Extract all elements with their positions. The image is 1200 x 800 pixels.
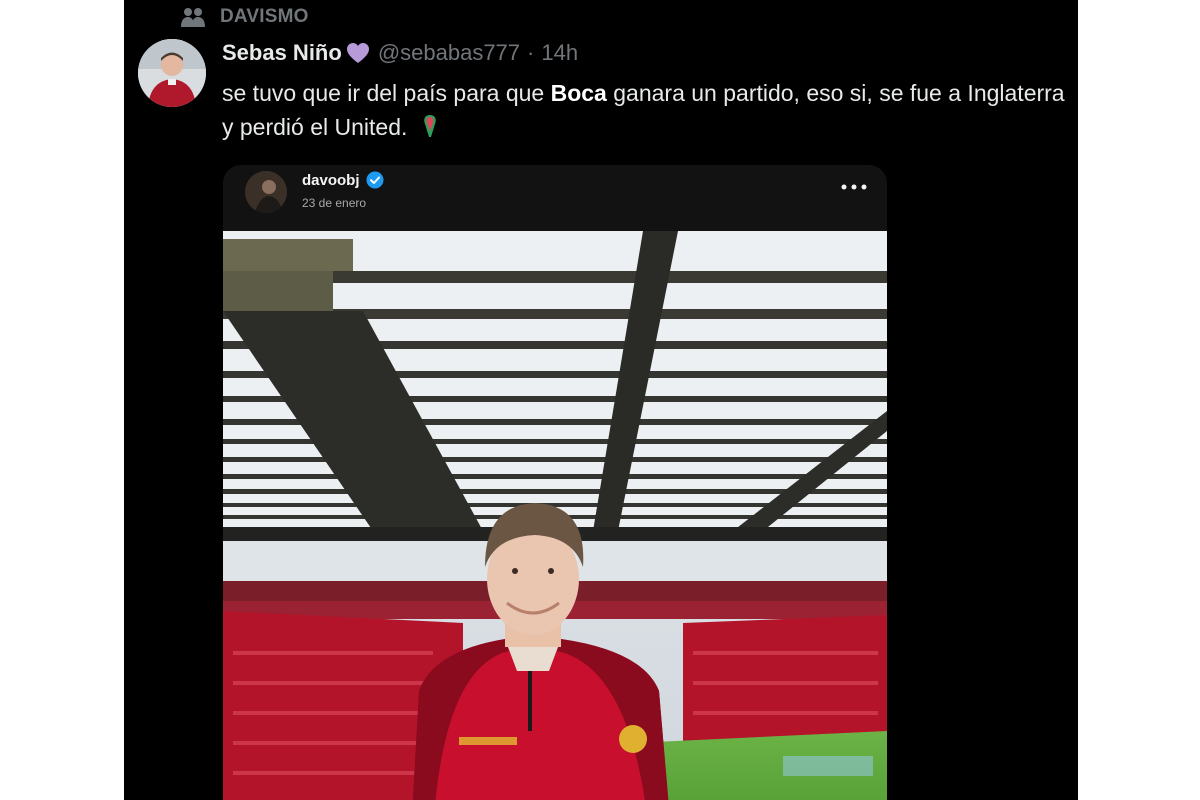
verified-badge-icon bbox=[366, 171, 384, 189]
tweet-text: se tuvo que ir del país para que Boca ga… bbox=[222, 76, 1072, 144]
embedded-user-avatar[interactable] bbox=[245, 171, 287, 213]
embedded-username[interactable]: davoobj bbox=[302, 172, 360, 189]
tweet-header: Sebas Niño @sebabas777 · 14h bbox=[222, 40, 578, 66]
roof-structure bbox=[223, 231, 887, 541]
embedded-avatar-image bbox=[245, 171, 287, 213]
more-options-icon[interactable] bbox=[839, 179, 869, 195]
tweet-screenshot: DAVISMO Sebas Niño @sebabas777 · 14h se … bbox=[124, 0, 1078, 800]
separator-dot: · bbox=[527, 40, 535, 65]
pin-emoji-icon bbox=[424, 115, 436, 137]
embedded-media[interactable]: davoobj 23 de enero bbox=[223, 165, 887, 800]
tweet-text-part1: se tuvo que ir del país para que bbox=[222, 80, 551, 106]
tweet-time[interactable]: 14h bbox=[541, 40, 578, 66]
embedded-username-row: davoobj bbox=[302, 171, 384, 189]
user-handle[interactable]: @sebabas777 bbox=[378, 40, 520, 66]
social-context-label: DAVISMO bbox=[220, 6, 309, 27]
avatar-image bbox=[138, 39, 206, 107]
purple-heart-icon bbox=[346, 43, 369, 63]
display-name[interactable]: Sebas Niño bbox=[222, 40, 342, 66]
stadium-photo bbox=[223, 231, 887, 800]
user-avatar[interactable] bbox=[138, 39, 206, 107]
tweet-text-bold: Boca bbox=[550, 80, 607, 106]
people-icon bbox=[181, 8, 205, 27]
social-context[interactable]: DAVISMO bbox=[180, 4, 309, 30]
embedded-post-header: davoobj 23 de enero bbox=[223, 165, 887, 231]
embedded-post-date: 23 de enero bbox=[302, 196, 367, 210]
